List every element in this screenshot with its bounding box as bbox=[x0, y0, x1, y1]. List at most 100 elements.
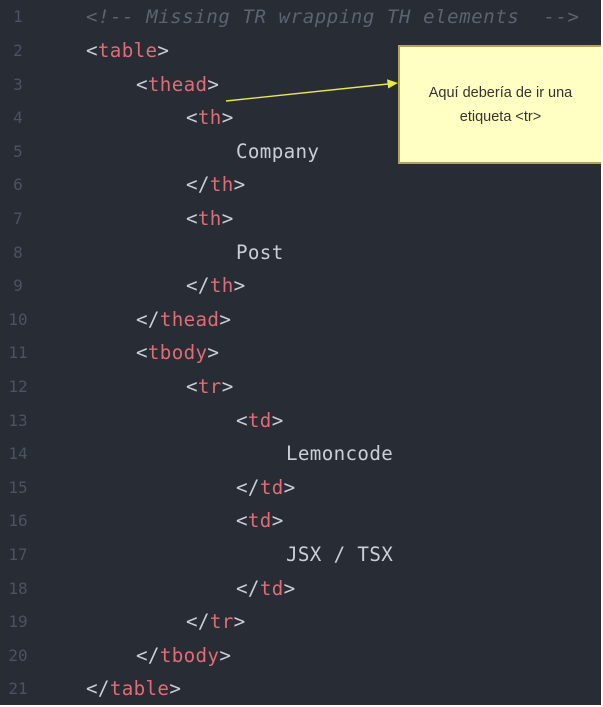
code-text: <td> bbox=[236, 409, 284, 432]
line-number: 20 bbox=[8, 645, 28, 665]
tag-bracket-open: < bbox=[236, 408, 248, 432]
tag-name: td bbox=[259, 475, 284, 499]
code-line: 10 </thead> bbox=[0, 303, 601, 337]
tag-bracket-open: < bbox=[236, 509, 248, 533]
tag-name: tbody bbox=[147, 341, 208, 365]
code-text-content: JSX / TSX bbox=[286, 543, 394, 567]
code-line: 9 </th> bbox=[0, 269, 601, 303]
code-line: 19 </tr> bbox=[0, 605, 601, 639]
tag-bracket-open: < bbox=[86, 39, 98, 63]
tag-bracket-open: </ bbox=[186, 173, 210, 197]
tag-bracket-open: < bbox=[136, 72, 148, 96]
tag-bracket-close: > bbox=[271, 509, 284, 533]
tag-bracket-open: </ bbox=[136, 307, 160, 331]
tag-bracket-open: < bbox=[136, 341, 148, 365]
tag-bracket-open: </ bbox=[236, 475, 260, 499]
tag-bracket-open: </ bbox=[136, 643, 160, 667]
tag-name: thead bbox=[147, 72, 208, 96]
code-line: 21 </table> bbox=[0, 672, 601, 705]
code-text: </tr> bbox=[186, 610, 246, 633]
code-text-content: Lemoncode bbox=[286, 442, 394, 466]
line-number: 12 bbox=[8, 377, 28, 397]
line-number: 5 bbox=[13, 141, 23, 161]
tag-bracket-close: > bbox=[169, 677, 182, 701]
line-number: 11 bbox=[8, 343, 28, 363]
line-number: 17 bbox=[8, 545, 28, 565]
code-text: <td> bbox=[236, 509, 284, 532]
tag-name: td bbox=[247, 408, 272, 432]
tag-bracket-close: > bbox=[233, 173, 246, 197]
code-line: 13 <td> bbox=[0, 403, 601, 437]
line-number: 10 bbox=[8, 309, 28, 329]
code-line: 11 <tbody> bbox=[0, 336, 601, 370]
code-text: <tbody> bbox=[136, 341, 219, 364]
code-line: 8 Post bbox=[0, 235, 601, 269]
line-number: 3 bbox=[13, 74, 23, 94]
tag-name: th bbox=[197, 207, 222, 231]
code-line: 7 <th> bbox=[0, 202, 601, 236]
tag-bracket-close: > bbox=[271, 408, 284, 432]
tag-bracket-open: </ bbox=[236, 576, 260, 600]
line-number: 7 bbox=[13, 209, 23, 229]
code-text: </td> bbox=[236, 577, 296, 600]
code-text-content: Company bbox=[236, 139, 320, 163]
tag-name: tbody bbox=[159, 643, 220, 667]
tag-bracket-close: > bbox=[221, 106, 234, 130]
line-number: 13 bbox=[8, 410, 28, 430]
code-line: 18 </td> bbox=[0, 571, 601, 605]
tag-bracket-open: < bbox=[186, 375, 198, 399]
callout-text-line-2: etiqueta <tr> bbox=[459, 108, 542, 125]
code-line: 20 </tbody> bbox=[0, 639, 601, 673]
tag-name: td bbox=[259, 576, 284, 600]
tag-bracket-close: > bbox=[283, 475, 296, 499]
tag-name: th bbox=[197, 106, 222, 130]
code-line: 1 <!-- Missing TR wrapping TH elements --… bbox=[0, 0, 601, 34]
line-number: 4 bbox=[13, 108, 23, 128]
code-text: </table> bbox=[86, 677, 181, 700]
tag-bracket-open: < bbox=[186, 207, 198, 231]
line-number: 6 bbox=[13, 175, 23, 195]
code-line: 17 JSX / TSX bbox=[0, 538, 601, 572]
line-number: 16 bbox=[8, 511, 28, 531]
code-text: </thead> bbox=[136, 308, 231, 331]
tag-name: th bbox=[209, 173, 234, 197]
line-number: 14 bbox=[8, 444, 28, 464]
callout-text-line-1: Aquí debería de ir una bbox=[428, 84, 573, 101]
tag-bracket-close: > bbox=[219, 307, 232, 331]
code-text: <table> bbox=[86, 39, 169, 62]
line-number: 1 bbox=[13, 7, 23, 27]
code-text: </th> bbox=[186, 173, 246, 196]
code-line: 15 </td> bbox=[0, 471, 601, 505]
code-line: 12 <tr> bbox=[0, 370, 601, 404]
code-text: <th> bbox=[186, 207, 234, 230]
code-text: <th> bbox=[186, 106, 234, 129]
code-line: 16 <td> bbox=[0, 504, 601, 538]
code-text: </td> bbox=[236, 476, 296, 499]
tag-bracket-close: > bbox=[157, 39, 170, 63]
tag-bracket-close: > bbox=[221, 207, 234, 231]
code-text: </tbody> bbox=[136, 644, 231, 667]
tag-name: tr bbox=[209, 610, 234, 634]
tag-bracket-open: </ bbox=[186, 274, 210, 298]
tag-bracket-close: > bbox=[233, 274, 246, 298]
code-line: 14 Lemoncode bbox=[0, 437, 601, 471]
annotation-callout: Aquí debería de ir una etiqueta <tr> bbox=[398, 45, 601, 164]
tag-name: th bbox=[209, 274, 234, 298]
tag-name: td bbox=[247, 509, 272, 533]
line-number: 15 bbox=[8, 477, 28, 497]
tag-bracket-close: > bbox=[207, 72, 220, 96]
line-number: 2 bbox=[13, 41, 23, 61]
code-line: 6 </th> bbox=[0, 168, 601, 202]
tag-name: tr bbox=[197, 375, 222, 399]
tag-name: table bbox=[109, 677, 170, 701]
line-number: 9 bbox=[13, 276, 23, 296]
tag-bracket-close: > bbox=[207, 341, 220, 365]
tag-bracket-close: > bbox=[221, 375, 234, 399]
code-text-content: Post bbox=[236, 240, 284, 264]
tag-bracket-close: > bbox=[219, 643, 232, 667]
line-number: 8 bbox=[13, 242, 23, 262]
tag-bracket-open: </ bbox=[186, 610, 210, 634]
tag-name: thead bbox=[159, 307, 220, 331]
tag-bracket-open: < bbox=[186, 106, 198, 130]
tag-bracket-close: > bbox=[233, 610, 246, 634]
